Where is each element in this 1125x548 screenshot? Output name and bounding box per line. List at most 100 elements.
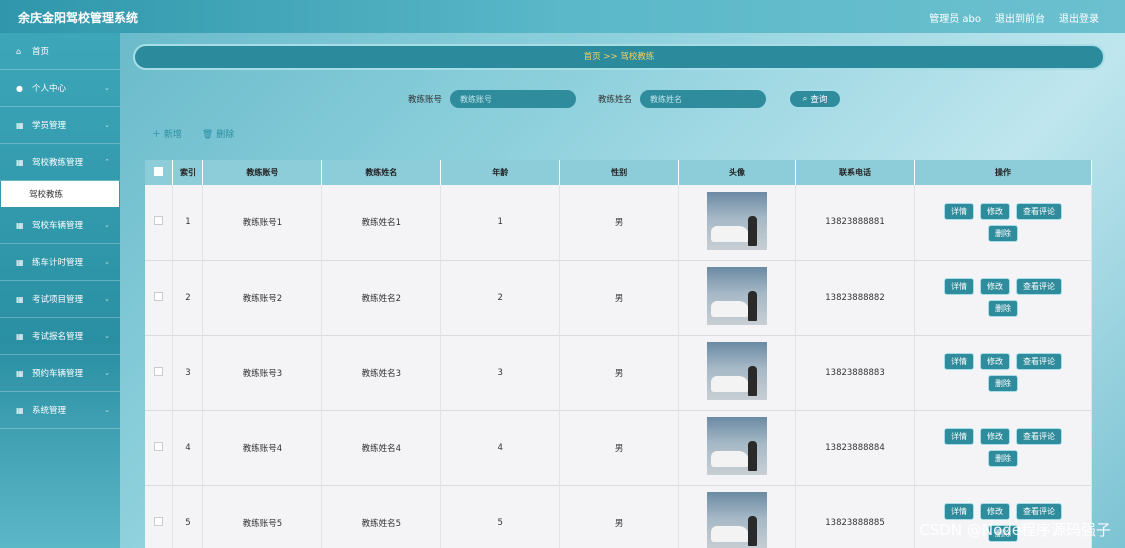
cell-gender: 男 [559, 410, 680, 485]
table-row: 2 教练账号2 教练姓名2 2 男 13823888882 详情 修改 查看评论… [145, 260, 1092, 335]
csdn-watermark: CSDN @Node程序源码强子 [919, 521, 1111, 539]
row-checkbox[interactable] [154, 291, 164, 301]
select-all-checkbox[interactable] [154, 167, 164, 176]
edit-button[interactable]: 修改 [979, 353, 1010, 370]
row-checkbox[interactable] [154, 516, 164, 526]
sidebar-item-exam-registration[interactable]: ▦ 考试报名管理 ⌄ [0, 318, 120, 355]
sidebar-item-system[interactable]: ▦ 系统管理 ⌄ [0, 392, 120, 429]
col-header-name: 教练姓名 [321, 160, 442, 185]
cell-index: 3 [172, 335, 204, 410]
row-checkbox[interactable] [154, 366, 164, 376]
grid-icon: ▦ [16, 405, 24, 415]
chevron-down-icon: ⌄ [104, 406, 110, 414]
cell-ops: 详情 修改 查看评论 删除 [914, 260, 1092, 335]
detail-button[interactable]: 详情 [943, 503, 974, 520]
cell-account: 教练账号5 [202, 485, 323, 548]
sidebar-item-label: 系统管理 [32, 406, 67, 416]
grid-icon: ▦ [16, 257, 24, 267]
sidebar-item-label: 个人中心 [32, 84, 67, 94]
select-all-cell [145, 160, 174, 185]
edit-button[interactable]: 修改 [979, 428, 1010, 445]
chevron-down-icon: ⌄ [104, 369, 110, 377]
sidebar-item-students[interactable]: ▦ 学员管理 ⌄ [0, 107, 120, 144]
remove-button[interactable]: 删除 [987, 450, 1018, 467]
remove-button[interactable]: 删除 [987, 224, 1018, 242]
cell-gender: 男 [559, 260, 680, 335]
avatar[interactable] [707, 267, 768, 325]
sidebar-item-label: 驾校车辆管理 [32, 221, 84, 231]
breadcrumb: 首页 >> 驾校教练 [133, 44, 1105, 70]
cell-name: 教练姓名4 [321, 410, 442, 485]
detail-button[interactable]: 详情 [943, 428, 974, 445]
sidebar-subitem-label: 驾校教练 [29, 190, 64, 200]
col-header-phone: 联系电话 [795, 160, 915, 185]
cell-gender: 男 [559, 185, 680, 260]
view-comments-button[interactable]: 查看评论 [1015, 202, 1062, 220]
back-to-front-link[interactable]: 退出到前台 [995, 10, 1045, 25]
row-select-cell [145, 185, 174, 260]
row-checkbox[interactable] [154, 216, 164, 226]
cell-phone: 13823888882 [795, 260, 915, 335]
query-button[interactable]: ⌕ 查询 [788, 89, 843, 109]
chevron-down-icon: ⌄ [104, 258, 110, 266]
row-select-cell [145, 485, 174, 548]
grid-icon: ▦ [16, 368, 24, 378]
search-icon: ⌕ [802, 94, 808, 104]
coach-name-input[interactable] [640, 90, 767, 108]
cell-index: 2 [172, 260, 204, 335]
chevron-down-icon: ⌄ [104, 221, 110, 229]
cell-age: 4 [440, 410, 561, 485]
toolbar: ＋ 新增 🗑 删除 [152, 127, 234, 140]
chevron-down-icon: ⌄ [104, 295, 110, 303]
chevron-down-icon: ⌄ [104, 121, 110, 129]
logout-link[interactable]: 退出登录 [1059, 10, 1099, 25]
avatar[interactable] [707, 191, 768, 250]
add-button[interactable]: ＋ 新增 [152, 127, 182, 140]
cell-phone: 13823888885 [795, 485, 915, 548]
row-select-cell [145, 260, 174, 335]
detail-button[interactable]: 详情 [943, 202, 974, 220]
view-comments-button[interactable]: 查看评论 [1015, 278, 1062, 295]
sidebar-item-practice-timing[interactable]: ▦ 练车计时管理 ⌄ [0, 244, 120, 281]
sidebar-item-vehicle-booking[interactable]: ▦ 预约车辆管理 ⌄ [0, 355, 120, 392]
avatar[interactable] [707, 492, 768, 548]
cell-gender: 男 [559, 335, 680, 410]
cell-phone: 13823888884 [795, 410, 915, 485]
sidebar-item-vehicles[interactable]: ▦ 驾校车辆管理 ⌄ [0, 207, 120, 244]
remove-button[interactable]: 删除 [987, 375, 1018, 392]
chevron-down-icon: ⌄ [104, 84, 110, 92]
edit-button[interactable]: 修改 [979, 202, 1010, 220]
chevron-down-icon: ⌄ [104, 332, 110, 340]
cell-gender: 男 [559, 485, 680, 548]
app-title: 余庆金阳驾校管理系统 [18, 11, 139, 25]
detail-button[interactable]: 详情 [943, 278, 974, 295]
edit-button[interactable]: 修改 [979, 278, 1010, 295]
coach-table: 索引 教练账号 教练姓名 年龄 性别 头像 联系电话 操作 1 教练账号1 教练… [145, 160, 1092, 548]
sidebar-item-coaches[interactable]: ▦ 驾校教练管理 ⌃ [0, 144, 120, 181]
sidebar-item-label: 考试项目管理 [32, 295, 84, 305]
avatar[interactable] [707, 417, 768, 475]
sidebar-item-personal[interactable]: ● 个人中心 ⌄ [0, 70, 120, 107]
remove-button[interactable]: 删除 [987, 300, 1018, 317]
avatar[interactable] [707, 342, 768, 400]
cell-account: 教练账号2 [202, 260, 323, 335]
row-checkbox[interactable] [154, 441, 164, 451]
view-comments-button[interactable]: 查看评论 [1015, 428, 1062, 445]
detail-button[interactable]: 详情 [943, 353, 974, 370]
sidebar-item-home[interactable]: ⌂ 首页 [0, 33, 120, 70]
coach-table-container: 索引 教练账号 教练姓名 年龄 性别 头像 联系电话 操作 1 教练账号1 教练… [145, 160, 1092, 548]
cell-phone: 13823888883 [795, 335, 915, 410]
col-header-account: 教练账号 [202, 160, 323, 185]
edit-button[interactable]: 修改 [979, 503, 1010, 520]
coach-account-input[interactable] [450, 90, 577, 108]
view-comments-button[interactable]: 查看评论 [1015, 353, 1062, 370]
cell-age: 1 [440, 185, 561, 260]
cell-index: 5 [172, 485, 204, 548]
view-comments-button[interactable]: 查看评论 [1015, 503, 1062, 520]
cell-avatar [678, 335, 797, 410]
delete-button[interactable]: 🗑 删除 [202, 127, 234, 140]
sidebar-item-exam-items[interactable]: ▦ 考试项目管理 ⌄ [0, 281, 120, 318]
cell-avatar [678, 185, 797, 260]
sidebar-subitem-coach[interactable]: 驾校教练 [1, 181, 119, 207]
table-row: 3 教练账号3 教练姓名3 3 男 13823888883 详情 修改 查看评论… [145, 335, 1092, 410]
